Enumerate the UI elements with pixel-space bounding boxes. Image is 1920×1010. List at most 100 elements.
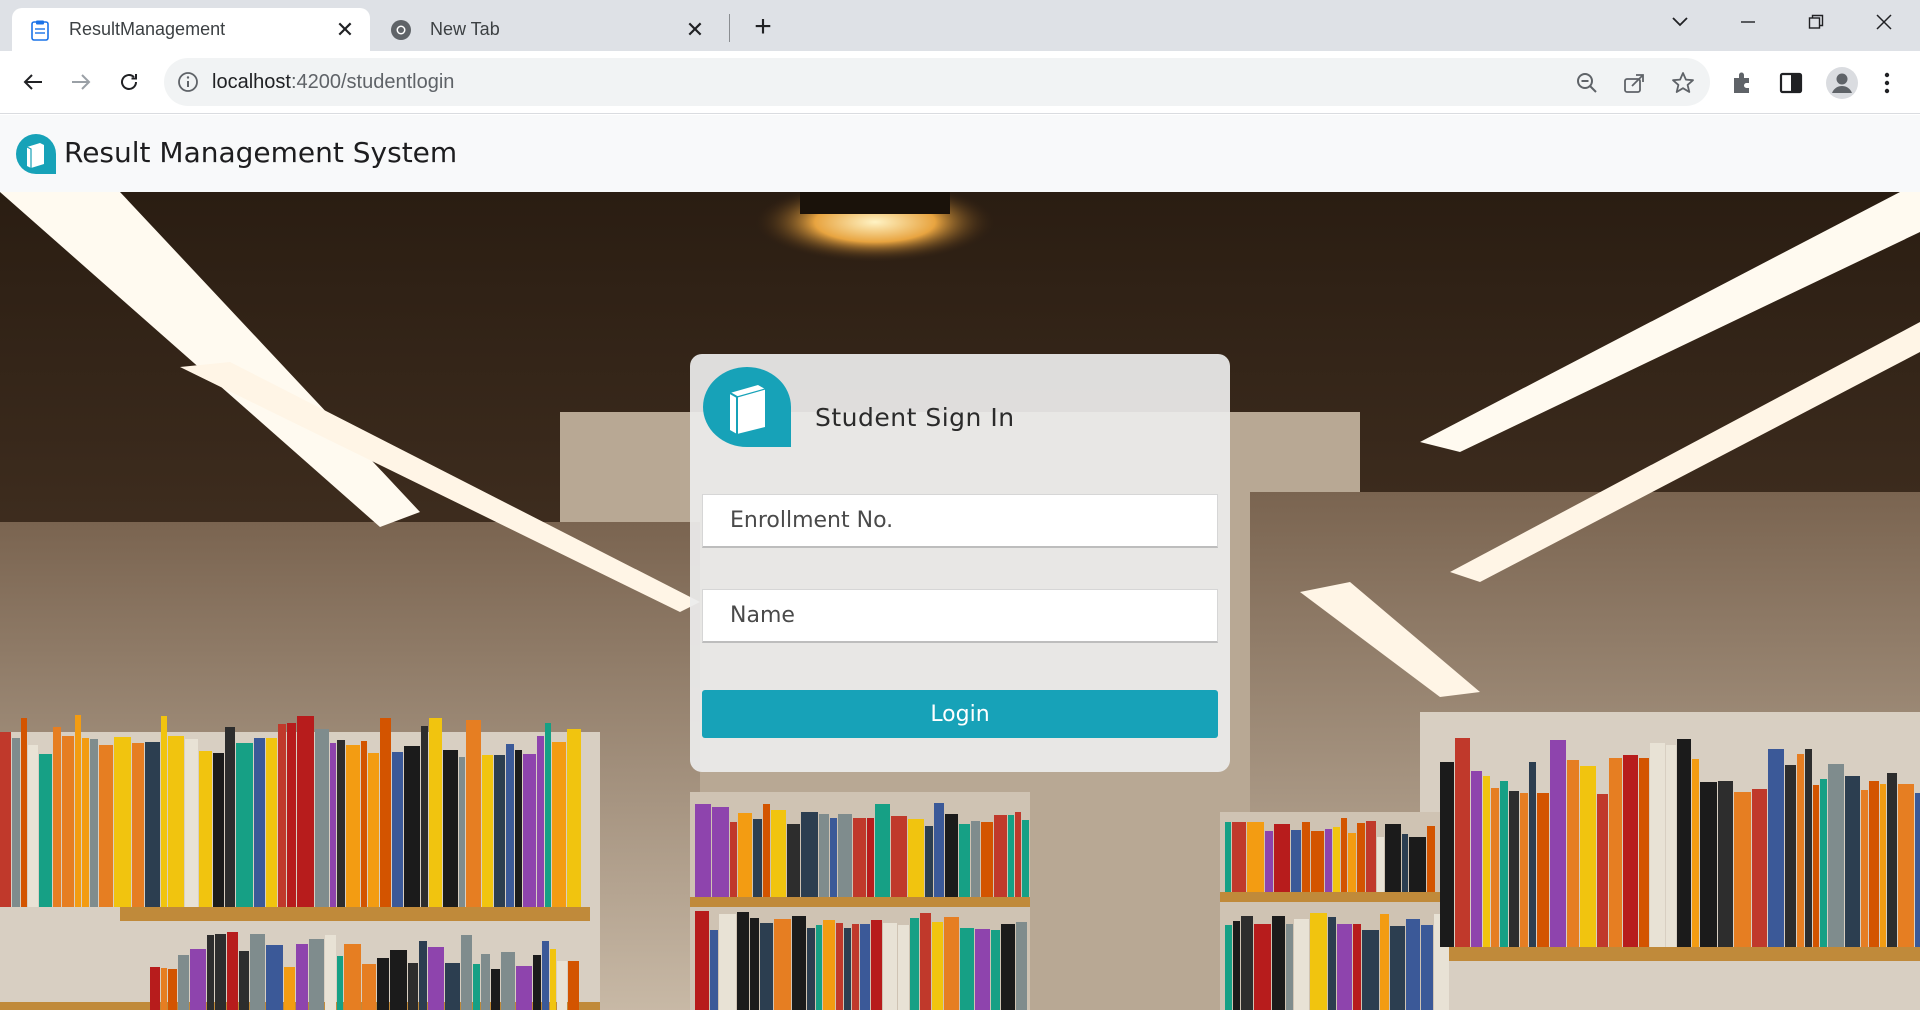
enrollment-number-input[interactable] xyxy=(702,494,1218,548)
address-bar[interactable]: localhost:4200/studentlogin xyxy=(164,58,1710,106)
book-spine xyxy=(1805,749,1812,947)
book-spine xyxy=(1471,771,1482,947)
book-spine xyxy=(925,826,933,897)
book-spine xyxy=(1828,764,1844,947)
book-spine xyxy=(1015,812,1021,897)
book-spine xyxy=(213,753,224,907)
book-spine xyxy=(1377,837,1384,892)
book-spine xyxy=(225,727,235,907)
forward-button[interactable] xyxy=(60,61,102,103)
new-tab-button[interactable]: + xyxy=(746,10,780,44)
book-spine xyxy=(910,918,919,1010)
book-spine xyxy=(82,738,89,907)
book-spine xyxy=(266,945,283,1010)
book-spine xyxy=(178,955,189,1010)
book-spine xyxy=(1302,822,1310,892)
profile-avatar-icon[interactable] xyxy=(1825,66,1859,100)
book-spine xyxy=(161,716,167,907)
book-spine xyxy=(1509,791,1519,947)
share-icon[interactable] xyxy=(1622,70,1648,96)
more-menu-icon[interactable] xyxy=(1873,69,1901,97)
restore-icon[interactable] xyxy=(1788,0,1844,44)
book-spine xyxy=(62,736,74,907)
book-spine xyxy=(325,935,336,1010)
clipboard-icon xyxy=(31,20,49,41)
zoom-out-icon[interactable] xyxy=(1574,70,1600,96)
book-spine xyxy=(1483,776,1490,947)
book-spine xyxy=(920,913,931,1010)
book-spine xyxy=(346,745,360,907)
book-spine xyxy=(871,920,882,1010)
book-spine xyxy=(816,925,822,1010)
book-spine xyxy=(254,738,265,907)
book-spine xyxy=(1597,794,1608,947)
book-spine xyxy=(150,967,160,1010)
book-spine xyxy=(491,969,500,1010)
book-spine xyxy=(750,918,759,1010)
book-spine xyxy=(1666,745,1676,947)
book-spine xyxy=(1333,827,1340,892)
book-spine xyxy=(801,812,818,897)
book-spine xyxy=(737,912,749,1010)
book-spine xyxy=(1008,815,1014,897)
book-spine xyxy=(1820,779,1827,947)
book-spine xyxy=(419,941,427,1010)
close-window-icon[interactable] xyxy=(1856,0,1912,44)
brand-title[interactable]: Result Management System xyxy=(64,136,457,169)
book-spine xyxy=(1406,919,1420,1010)
info-icon[interactable] xyxy=(176,70,200,94)
url-host: localhost xyxy=(212,71,291,93)
extensions-puzzle-icon[interactable] xyxy=(1729,69,1757,97)
book-spine xyxy=(421,726,428,907)
book-spine xyxy=(932,922,943,1010)
book-spine xyxy=(361,741,367,907)
side-panel-icon[interactable] xyxy=(1777,69,1805,97)
book-spine xyxy=(994,815,1007,897)
book-spine xyxy=(860,924,870,1010)
book-spine xyxy=(1409,837,1426,892)
book-spine xyxy=(168,736,184,907)
book-spine xyxy=(1353,924,1361,1010)
book-spine xyxy=(1421,925,1433,1010)
close-tab-icon[interactable]: ✕ xyxy=(680,15,710,45)
tab-resultmanagement[interactable]: ResultManagement ✕ xyxy=(12,8,370,51)
minimize-icon[interactable] xyxy=(1720,0,1776,44)
tab-new-tab[interactable]: New Tab ✕ xyxy=(380,8,720,51)
tab-search-chevron-icon[interactable] xyxy=(1652,0,1708,44)
book-spine xyxy=(1291,830,1301,892)
book-spine xyxy=(297,716,314,907)
book-spine xyxy=(443,750,458,907)
book-spine xyxy=(227,932,238,1010)
book-spine xyxy=(90,739,98,907)
book-spine xyxy=(1845,776,1860,947)
book-spine xyxy=(1700,782,1717,947)
book-spine xyxy=(236,743,253,907)
book-spine xyxy=(523,754,536,907)
url-text[interactable]: localhost:4200/studentlogin xyxy=(212,71,454,94)
back-button[interactable] xyxy=(12,61,54,103)
book-icon[interactable] xyxy=(15,133,57,175)
book-spine xyxy=(1718,781,1733,947)
book-spine xyxy=(284,967,295,1010)
reload-button[interactable] xyxy=(108,61,150,103)
book-spine xyxy=(1550,740,1566,947)
login-card: Student Sign In Login xyxy=(690,354,1230,772)
book-spine xyxy=(1427,826,1435,892)
book-spine xyxy=(1310,913,1327,1010)
book-spine xyxy=(1402,834,1408,892)
book-spine xyxy=(362,964,376,1010)
bookmark-star-icon[interactable] xyxy=(1670,70,1696,96)
name-input[interactable] xyxy=(702,589,1218,643)
book-spine xyxy=(844,928,851,1010)
book-spine xyxy=(1241,916,1253,1010)
tab-separator xyxy=(729,14,730,42)
book-spine xyxy=(960,928,974,1010)
book-spine xyxy=(1341,818,1347,892)
book-spine xyxy=(944,917,959,1010)
close-tab-icon[interactable]: ✕ xyxy=(330,15,360,45)
login-button[interactable]: Login xyxy=(702,690,1218,738)
book-spine xyxy=(771,810,786,897)
book-spine xyxy=(145,742,160,907)
book-spine xyxy=(1233,921,1240,1010)
book-spine xyxy=(1915,793,1920,947)
